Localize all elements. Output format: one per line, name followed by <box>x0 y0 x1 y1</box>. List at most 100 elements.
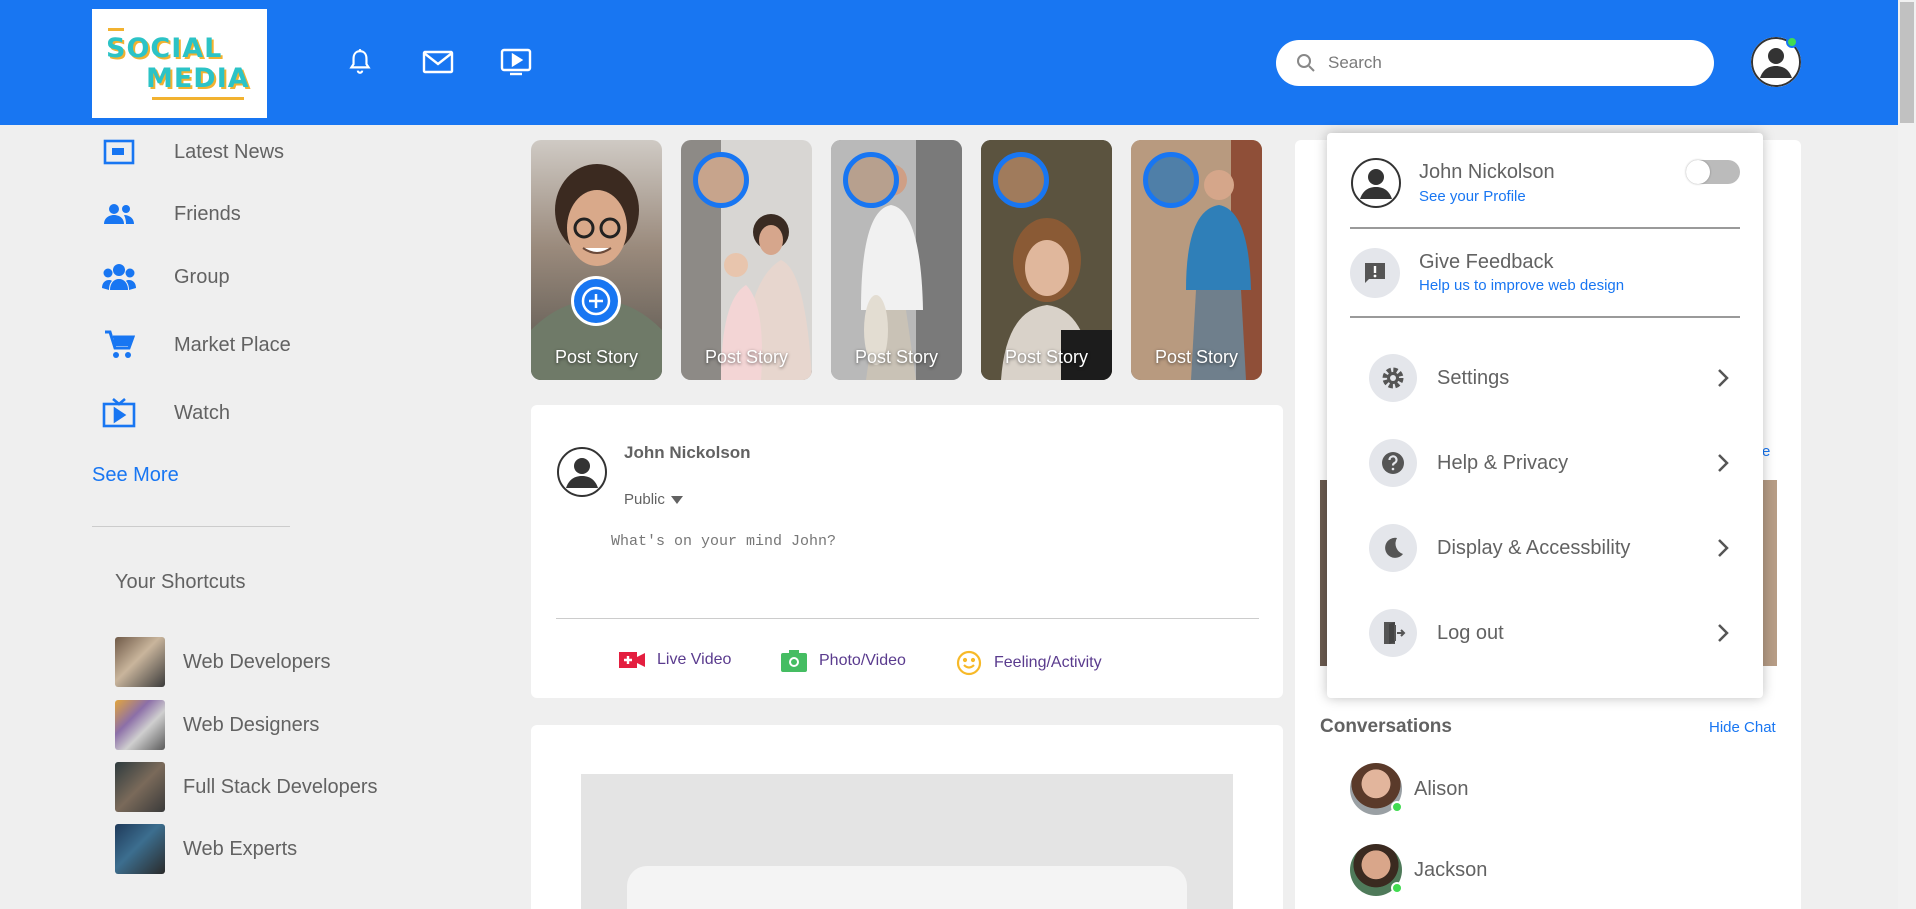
story-label: Post Story <box>554 347 639 367</box>
logo[interactable]: SOCIAL MEDIA <box>92 9 267 118</box>
avatar <box>1350 763 1403 815</box>
see-profile-link[interactable]: See your Profile <box>1419 188 1526 205</box>
menu-item-settings[interactable]: Settings <box>1369 353 1729 403</box>
menu-item-label: Display & Accessbility <box>1437 536 1631 559</box>
feedback-icon <box>1350 248 1400 298</box>
live-video-button[interactable]: Live Video <box>619 650 731 670</box>
live-video-icon <box>619 650 645 670</box>
sidebar-item-label: Watch <box>174 401 230 424</box>
shortcut-web-designers[interactable]: Web Designers <box>115 700 319 750</box>
feedback-subtitle: Help us to improve web design <box>1419 277 1625 294</box>
moon-icon <box>1369 524 1417 572</box>
story-avatar <box>993 152 1049 208</box>
story-label: Post Story <box>854 347 939 367</box>
plus-icon <box>581 286 611 316</box>
story-avatar <box>693 152 749 208</box>
caret-down-icon <box>670 495 683 504</box>
menu-item-help-privacy[interactable]: Help & Privacy <box>1369 438 1729 488</box>
friends-icon <box>100 198 138 230</box>
menu-item-label: Settings <box>1437 366 1510 389</box>
logo-underline <box>152 97 244 100</box>
shortcut-thumbnail <box>115 637 165 687</box>
chevron-right-icon <box>1717 538 1729 558</box>
sidebar-item-label: Market Place <box>174 333 291 356</box>
contact-name: Alison <box>1414 777 1469 800</box>
post-composer: John Nickolson Public Live Video Photo/V… <box>531 405 1283 698</box>
menu-item-log-out[interactable]: Log out <box>1369 608 1729 658</box>
story-card[interactable]: Post Story <box>1131 140 1262 380</box>
mail-icon[interactable] <box>420 44 456 80</box>
shortcut-thumbnail <box>115 700 165 750</box>
menu-item-display-accessibility[interactable]: Display & Accessbility <box>1369 523 1729 573</box>
video-icon[interactable] <box>498 44 534 80</box>
sidebar-divider <box>92 526 290 527</box>
dark-mode-toggle[interactable] <box>1686 160 1740 184</box>
page-scrollbar[interactable] <box>1898 0 1916 909</box>
post-text-input[interactable] <box>611 533 1231 593</box>
menu-item-label: Help & Privacy <box>1437 451 1569 474</box>
search-bar[interactable] <box>1276 40 1714 86</box>
contact-item-jackson[interactable]: Jackson <box>1350 844 1487 896</box>
feeling-activity-button[interactable]: Feeling/Activity <box>956 650 1102 676</box>
action-label: Photo/Video <box>819 652 906 669</box>
dropdown-profile-name: John Nickolson <box>1419 161 1555 183</box>
action-label: Feeling/Activity <box>994 654 1102 671</box>
story-card[interactable]: Post Story <box>681 140 812 380</box>
toggle-knob <box>1686 160 1710 184</box>
sidebar-item-watch[interactable]: Watch <box>100 397 230 429</box>
online-status-dot <box>1391 801 1403 813</box>
shortcuts-heading: Your Shortcuts <box>115 571 246 593</box>
sidebar-item-label: Latest News <box>174 140 285 163</box>
photo-video-button[interactable]: Photo/Video <box>781 650 906 672</box>
top-navbar: SOCIAL MEDIA <box>0 0 1898 125</box>
sidebar-item-label: Group <box>174 265 230 288</box>
shortcut-label: Web Experts <box>183 837 298 860</box>
story-label: Post Story <box>1004 347 1089 367</box>
hide-chat-link[interactable]: Hide Chat <box>1709 719 1776 736</box>
conversations-heading: Conversations <box>1320 716 1452 737</box>
sidebar-item-group[interactable]: Group <box>100 261 230 293</box>
logo-accent <box>108 28 124 31</box>
shortcut-full-stack-developers[interactable]: Full Stack Developers <box>115 762 378 812</box>
shortcut-label: Web Developers <box>183 650 331 673</box>
story-label: Post Story <box>1154 347 1239 367</box>
sidebar-item-market-place[interactable]: Market Place <box>100 329 291 361</box>
smile-icon <box>956 650 982 676</box>
shortcut-thumbnail <box>115 762 165 812</box>
help-icon <box>1369 439 1417 487</box>
story-card[interactable]: Post Story <box>981 140 1112 380</box>
chevron-right-icon <box>1717 623 1729 643</box>
right-card-link[interactable]: e <box>1762 443 1770 460</box>
composer-avatar <box>557 447 607 497</box>
shortcut-web-developers[interactable]: Web Developers <box>115 637 330 687</box>
privacy-label: Public <box>624 491 665 508</box>
give-feedback-button[interactable]: Give Feedback <box>1419 251 1554 274</box>
story-card-own[interactable]: Post Story <box>531 140 662 380</box>
search-input[interactable] <box>1328 53 1708 73</box>
privacy-selector[interactable]: Public <box>624 491 683 508</box>
cart-icon <box>100 329 138 361</box>
sidebar-item-friends[interactable]: Friends <box>100 198 241 230</box>
logo-line-1: SOCIAL <box>106 33 223 64</box>
gear-icon <box>1369 354 1417 402</box>
dropdown-divider <box>1350 227 1740 229</box>
dropdown-avatar[interactable] <box>1350 157 1402 209</box>
see-more-link[interactable]: See More <box>92 464 179 487</box>
chevron-right-icon <box>1717 368 1729 388</box>
story-avatar <box>843 152 899 208</box>
scrollbar-thumb[interactable] <box>1900 2 1914 123</box>
bell-icon[interactable] <box>342 44 378 80</box>
shortcut-web-experts[interactable]: Web Experts <box>115 824 297 874</box>
contact-name: Jackson <box>1414 858 1488 881</box>
search-icon <box>1297 54 1315 72</box>
online-status-dot <box>1391 882 1403 894</box>
contact-item-alison[interactable]: Alison <box>1350 763 1468 815</box>
sidebar-item-latest-news[interactable]: Latest News <box>100 136 284 168</box>
shortcut-label: Web Designers <box>183 713 320 736</box>
add-story-button[interactable] <box>571 276 621 326</box>
sidebar-item-label: Friends <box>174 202 241 225</box>
story-person-illustration <box>531 164 662 380</box>
watch-icon <box>100 397 138 429</box>
story-card[interactable]: Post Story <box>831 140 962 380</box>
post-media-inner <box>627 866 1187 909</box>
